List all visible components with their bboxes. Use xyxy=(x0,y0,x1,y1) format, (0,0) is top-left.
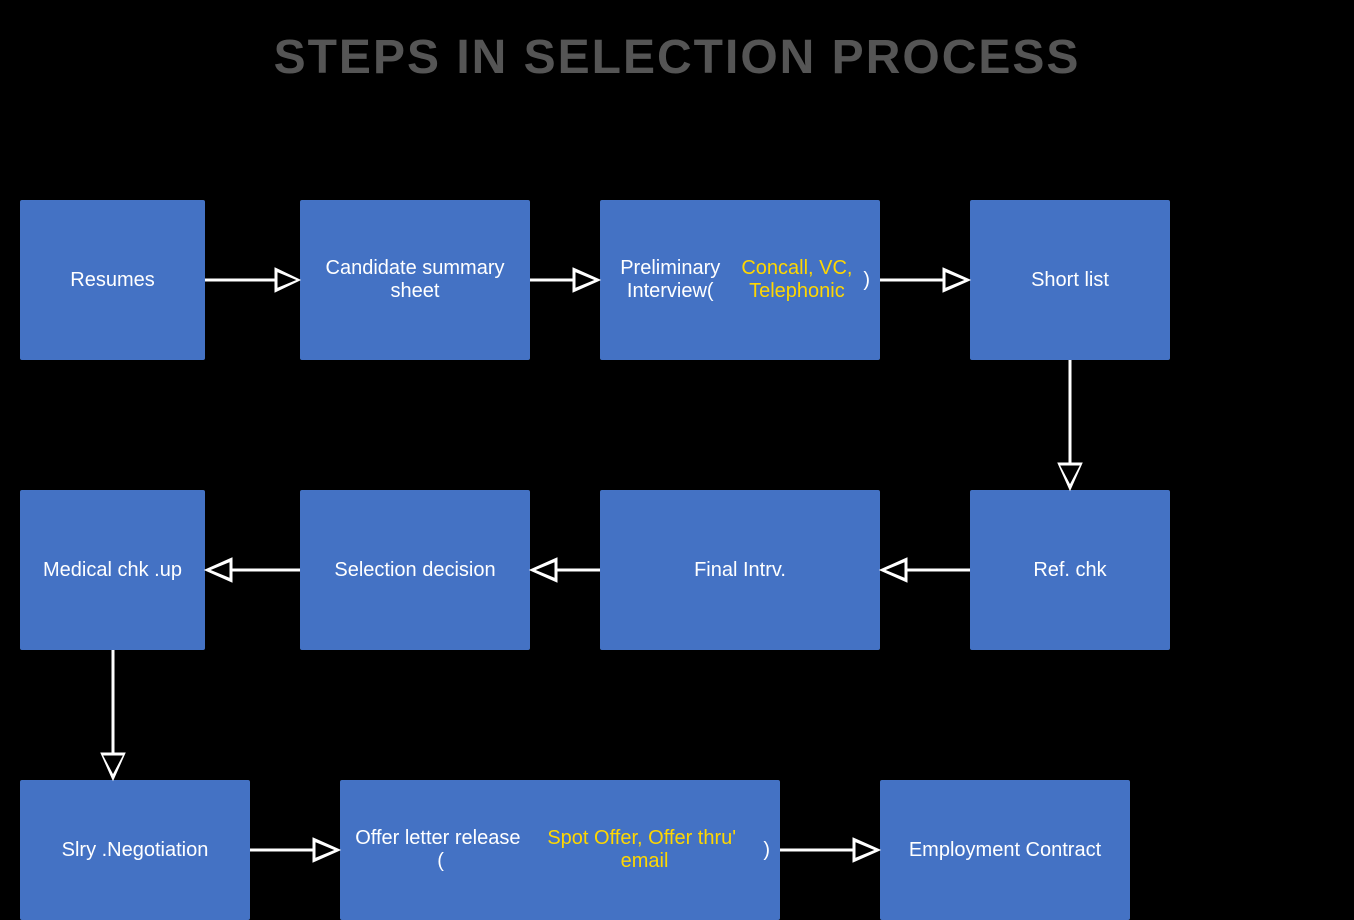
box-employment-contract: Employment Contract xyxy=(880,780,1130,920)
arrow-candidate-to-prelim xyxy=(530,268,600,292)
arrow-slry-to-offer xyxy=(250,838,340,862)
box-offer-letter: Offer letter release (Spot Offer, Offer … xyxy=(340,780,780,920)
arrow-shortlist-to-refchk xyxy=(1058,360,1082,490)
flowchart-container: Resumes Candidate summary sheet Prelimin… xyxy=(10,140,1344,902)
box-preliminary-interview: Preliminary Interview(Concall, VC, Telep… xyxy=(600,200,880,360)
arrow-prelim-to-shortlist xyxy=(880,268,970,292)
arrow-finalintrv-to-selection xyxy=(530,558,600,582)
page-title: STEPS IN SELECTION PROCESS xyxy=(274,30,1081,85)
box-selection-decision: Selection decision xyxy=(300,490,530,650)
arrow-selection-to-medical xyxy=(205,558,300,582)
arrow-resumes-to-candidate xyxy=(205,268,300,292)
box-slry-negotiation: Slry .Negotiation xyxy=(20,780,250,920)
box-ref-chk: Ref. chk xyxy=(970,490,1170,650)
box-candidate-summary: Candidate summary sheet xyxy=(300,200,530,360)
arrow-refchk-to-finalintrv xyxy=(880,558,970,582)
box-resumes: Resumes xyxy=(20,200,205,360)
arrow-offer-to-employment xyxy=(780,838,880,862)
box-short-list: Short list xyxy=(970,200,1170,360)
box-final-intrv: Final Intrv. xyxy=(600,490,880,650)
box-medical-chkup: Medical chk .up xyxy=(20,490,205,650)
arrow-medical-to-slry xyxy=(101,650,125,780)
